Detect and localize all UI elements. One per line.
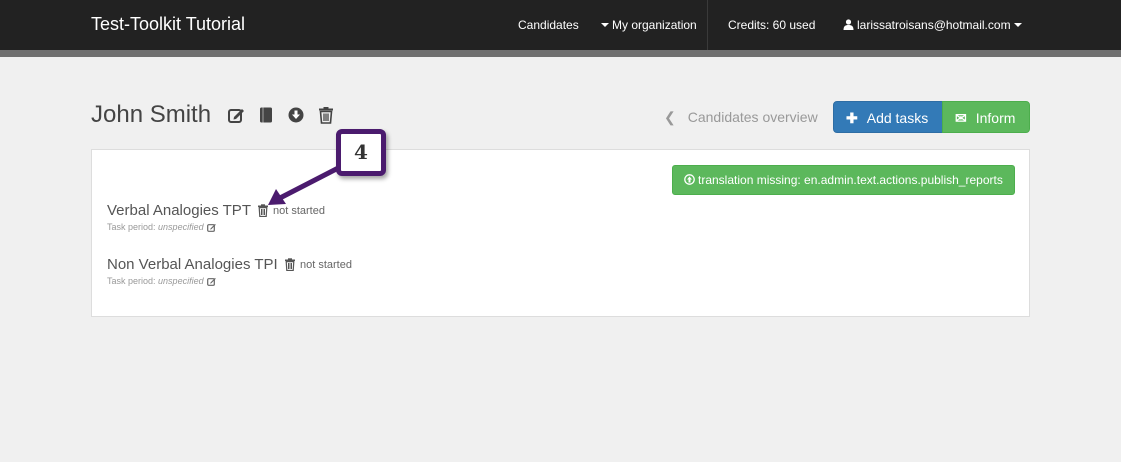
trash-icon[interactable] bbox=[317, 106, 335, 124]
caret-down-icon bbox=[601, 22, 609, 27]
plus-icon: ✚ bbox=[846, 110, 858, 126]
chevron-left-icon: ❮ bbox=[664, 109, 676, 125]
add-tasks-label: Add tasks bbox=[866, 110, 929, 126]
brand-title[interactable]: Test-Toolkit Tutorial bbox=[91, 14, 245, 35]
user-icon bbox=[843, 19, 854, 30]
envelope-icon: ✉ bbox=[955, 110, 967, 126]
edit-icon[interactable] bbox=[206, 277, 216, 287]
task-status: not started bbox=[300, 259, 352, 271]
top-navbar: Test-Toolkit Tutorial Candidates My orga… bbox=[0, 0, 1121, 57]
add-tasks-button[interactable]: ✚ Add tasks bbox=[833, 101, 943, 133]
inform-label: Inform bbox=[975, 110, 1016, 126]
publish-reports-label: translation missing: en.admin.text.actio… bbox=[698, 173, 1003, 187]
task-period-label: Task period: bbox=[107, 276, 156, 286]
nav-candidates[interactable]: Candidates bbox=[518, 18, 579, 32]
upload-circle-icon bbox=[684, 174, 695, 185]
nav-credits: Credits: 60 used bbox=[728, 18, 816, 32]
task-name: Verbal Analogies TPT bbox=[107, 202, 251, 219]
inform-button[interactable]: ✉ Inform bbox=[942, 101, 1030, 133]
candidates-overview-label: Candidates overview bbox=[687, 109, 818, 125]
edit-icon[interactable] bbox=[227, 106, 245, 124]
task-period-label: Task period: bbox=[107, 222, 156, 232]
task-period-value: unspecified bbox=[158, 276, 204, 286]
candidates-overview-link[interactable]: ❮ Candidates overview bbox=[664, 109, 818, 126]
nav-my-organization-label: My organization bbox=[612, 18, 697, 32]
task-period: Task period: unspecified bbox=[107, 222, 216, 233]
nav-my-organization[interactable]: My organization bbox=[601, 18, 697, 32]
nav-user-menu[interactable]: larissatroisans@hotmail.com bbox=[843, 18, 1022, 32]
annotation-step-badge: 4 bbox=[336, 129, 386, 176]
task-period: Task period: unspecified bbox=[107, 276, 216, 287]
user-email: larissatroisans@hotmail.com bbox=[857, 18, 1011, 32]
caret-down-icon bbox=[1013, 22, 1022, 27]
trash-icon[interactable] bbox=[284, 258, 296, 271]
task-period-value: unspecified bbox=[158, 222, 204, 232]
edit-icon[interactable] bbox=[206, 223, 216, 233]
candidate-name: John Smith bbox=[91, 101, 212, 128]
publish-reports-button[interactable]: translation missing: en.admin.text.actio… bbox=[672, 165, 1015, 195]
task-name: Non Verbal Analogies TPI bbox=[107, 256, 278, 273]
download-icon[interactable] bbox=[287, 106, 305, 124]
book-icon[interactable] bbox=[257, 106, 275, 124]
nav-divider bbox=[707, 0, 708, 50]
